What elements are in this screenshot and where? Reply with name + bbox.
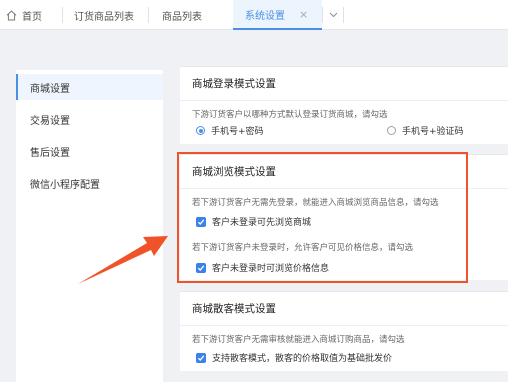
option-label: 手机号+密码 — [211, 127, 264, 137]
login-option-phone-code[interactable]: 手机号+验证码 — [387, 124, 464, 137]
sidebar: 商城设置 交易设置 售后设置 微信小程序配置 — [0, 30, 163, 382]
sidebar-item-label: 交易设置 — [30, 115, 70, 127]
radio-selected[interactable] — [196, 126, 205, 135]
tab-home-label: 首页 — [22, 11, 42, 23]
checkbox-label: 客户未登录时可浏览价格信息 — [212, 264, 330, 274]
home-icon — [6, 9, 17, 20]
tab-more-dropdown[interactable] — [323, 0, 343, 30]
login-mode-title: 商城登录模式设置 — [180, 67, 508, 101]
main-content: 商城登录模式设置 下游订货客户以哪种方式默认登录订货商城，请勾选 手机号+密码 … — [163, 30, 508, 382]
checkbox-label: 支持散客模式，散客的价格取值为基础批发价 — [212, 354, 393, 364]
sidebar-item-wechat-mini-program[interactable]: 微信小程序配置 — [16, 170, 163, 196]
tab-order-products-label: 订货商品列表 — [74, 11, 134, 23]
guest-mode-panel: 商城散客模式设置 若下游订货客户无需审核就能进入商城订购商品，请勾选 支持散客模… — [180, 291, 508, 371]
browse-without-login-checkbox[interactable]: 客户未登录可先浏览商城 — [196, 215, 311, 228]
option-label: 手机号+验证码 — [402, 127, 464, 137]
tab-home[interactable]: 首页 — [6, 0, 42, 30]
radio-unselected[interactable] — [387, 126, 396, 135]
sidebar-item-label: 商城设置 — [30, 83, 70, 95]
browse-mode-panel: 商城浏览模式设置 若下游订货客户无需先登录，就能进入商城浏览商品信息，请勾选 客… — [180, 154, 508, 280]
price-without-login-checkbox[interactable]: 客户未登录时可浏览价格信息 — [196, 261, 329, 274]
app-root: 首页 订货商品列表 商品列表 系统设置 × 商城设置 交易设置 售后设置 微信小… — [0, 0, 508, 382]
sidebar-item-label: 微信小程序配置 — [30, 179, 100, 191]
check-icon[interactable] — [196, 262, 206, 273]
check-icon[interactable] — [196, 216, 206, 227]
login-option-phone-password[interactable]: 手机号+密码 — [196, 124, 264, 137]
browse-mode-hint-1: 若下游订货客户无需先登录，就能进入商城浏览商品信息，请勾选 — [192, 198, 439, 208]
tab-products[interactable]: 商品列表 — [162, 0, 202, 30]
tab-system-settings[interactable]: 系统设置 × — [233, 0, 322, 30]
close-icon[interactable]: × — [299, 9, 308, 20]
tab-system-settings-label: 系统设置 — [245, 10, 285, 22]
login-mode-panel: 商城登录模式设置 下游订货客户以哪种方式默认登录订货商城，请勾选 手机号+密码 … — [180, 66, 508, 144]
check-icon[interactable] — [196, 352, 206, 363]
guest-mode-title: 商城散客模式设置 — [180, 292, 508, 326]
chevron-down-icon — [329, 12, 337, 18]
tab-order-products[interactable]: 订货商品列表 — [74, 0, 134, 30]
browse-mode-title: 商城浏览模式设置 — [180, 155, 508, 189]
login-mode-hint: 下游订货客户以哪种方式默认登录订货商城，请勾选 — [192, 110, 388, 120]
guest-mode-checkbox[interactable]: 支持散客模式，散客的价格取值为基础批发价 — [196, 351, 392, 364]
sidebar-item-trade-settings[interactable]: 交易设置 — [16, 106, 163, 132]
tab-divider — [148, 7, 149, 23]
tab-divider — [62, 7, 63, 23]
sidebar-menu: 商城设置 交易设置 售后设置 微信小程序配置 — [16, 70, 163, 382]
guest-mode-hint: 若下游订货客户无需审核就能进入商城订购商品，请勾选 — [192, 335, 405, 345]
browse-mode-hint-2: 若下游订货客户未登录时，允许客户可见价格信息，请勾选 — [192, 243, 414, 253]
tab-bar: 首页 订货商品列表 商品列表 系统设置 × — [0, 0, 508, 30]
checkbox-label: 客户未登录可先浏览商城 — [212, 218, 312, 228]
tab-products-label: 商品列表 — [162, 11, 202, 23]
sidebar-item-after-sale-settings[interactable]: 售后设置 — [16, 138, 163, 164]
sidebar-item-label: 售后设置 — [30, 147, 70, 159]
sidebar-item-mall-settings[interactable]: 商城设置 — [16, 74, 163, 100]
tab-divider — [343, 7, 344, 23]
